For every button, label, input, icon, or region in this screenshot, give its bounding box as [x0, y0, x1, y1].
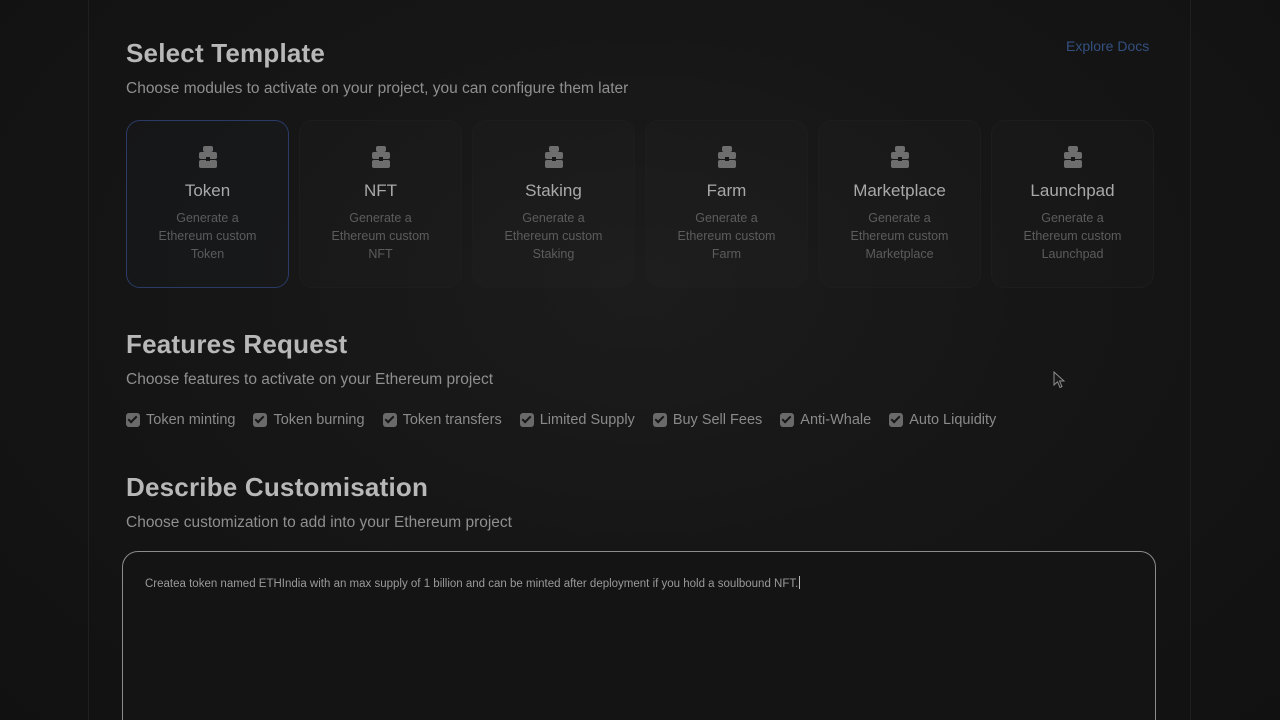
checkbox-checked-icon[interactable]	[253, 413, 268, 427]
feature-label: Token minting	[146, 412, 236, 428]
feature-label: Buy Sell Fees	[672, 412, 763, 428]
feature-label: Auto Liquidity	[909, 412, 997, 428]
feature-option[interactable]: Token burning	[253, 412, 365, 428]
customisation-input-value: Createa token named ETHIndia with an max…	[145, 578, 799, 590]
toolbox-icon	[717, 146, 736, 168]
toolbox-icon	[198, 146, 217, 168]
feature-label: Token transfers	[402, 412, 502, 428]
template-card-description: Generate a Ethereum custom Marketplace	[850, 211, 949, 261]
checkbox-checked-icon[interactable]	[126, 413, 140, 427]
describe-customisation-subtitle: Choose customization to add into your Et…	[126, 514, 512, 531]
checkbox-checked-icon[interactable]	[889, 413, 904, 427]
feature-option[interactable]: Anti-Whale	[780, 412, 871, 428]
toolbox-icon	[371, 146, 390, 168]
template-card-title: NFT	[363, 181, 398, 200]
template-card-title: Launchpad	[1030, 181, 1115, 200]
feature-label: Token burning	[273, 412, 365, 428]
frame-divider-left	[88, 0, 89, 720]
select-template-title: Select Template	[126, 38, 326, 68]
feature-option[interactable]: Token transfers	[382, 412, 502, 428]
feature-option[interactable]: Limited Supply	[519, 412, 635, 428]
template-card-title: Staking	[525, 181, 582, 200]
features-request-title: Features Request	[126, 329, 348, 359]
checkbox-checked-icon[interactable]	[652, 413, 667, 427]
customisation-textarea[interactable]: Createa token named ETHIndia with an max…	[122, 551, 1156, 720]
template-card-token[interactable]: Token Generate a Ethereum custom Token	[126, 120, 289, 288]
template-card-description: Generate a Ethereum custom NFT	[331, 211, 430, 261]
template-cards: Token Generate a Ethereum custom Token NFT…	[126, 120, 1154, 288]
template-card-title: Farm	[706, 181, 747, 200]
template-card-staking[interactable]: Staking Generate a Ethereum custom Stakin…	[472, 120, 635, 288]
explore-docs-link[interactable]: Explore Docs	[1066, 38, 1149, 54]
feature-label: Limited Supply	[539, 412, 635, 428]
frame-divider-right	[1190, 0, 1191, 720]
features-request-subtitle: Choose features to activate on your Ethe…	[126, 371, 494, 388]
describe-customisation-title: Describe Customisation	[126, 472, 429, 502]
template-card-description: Generate a Ethereum custom Staking	[504, 211, 603, 261]
template-card-marketplace[interactable]: Marketplace Generate a Ethereum custom Ma…	[818, 120, 981, 288]
checkbox-checked-icon[interactable]	[382, 413, 397, 427]
toolbox-icon	[890, 146, 909, 168]
select-template-subtitle: Choose modules to activate on your proje…	[126, 80, 629, 97]
customisation-input-text: Createa token named ETHIndia with an max…	[145, 576, 801, 590]
template-card-launchpad[interactable]: Launchpad Generate a Ethereum custom Laun…	[991, 120, 1154, 288]
page: Select Template Choose modules to activa…	[0, 0, 1280, 720]
template-card-description: Generate a Ethereum custom Token	[158, 211, 257, 261]
template-card-title: Marketplace	[853, 181, 946, 200]
feature-label: Anti-Whale	[800, 412, 872, 428]
template-card-nft[interactable]: NFT Generate a Ethereum custom NFT	[299, 120, 462, 288]
template-card-farm[interactable]: Farm Generate a Ethereum custom Farm	[645, 120, 808, 288]
template-card-description: Generate a Ethereum custom Farm	[677, 211, 776, 261]
template-card-description: Generate a Ethereum custom Launchpad	[1023, 211, 1122, 261]
feature-option[interactable]: Auto Liquidity	[889, 412, 996, 428]
feature-checkbox-list: Token minting Token burning Token transfer…	[126, 412, 1014, 428]
text-caret	[799, 576, 801, 589]
feature-option[interactable]: Buy Sell Fees	[652, 412, 763, 428]
checkbox-checked-icon[interactable]	[780, 413, 795, 427]
feature-option[interactable]: Token minting	[126, 412, 235, 428]
toolbox-icon	[544, 146, 563, 168]
checkbox-checked-icon[interactable]	[519, 413, 534, 427]
toolbox-icon	[1063, 146, 1082, 168]
mouse-pointer-icon	[1053, 371, 1065, 389]
template-card-title: Token	[184, 181, 231, 200]
